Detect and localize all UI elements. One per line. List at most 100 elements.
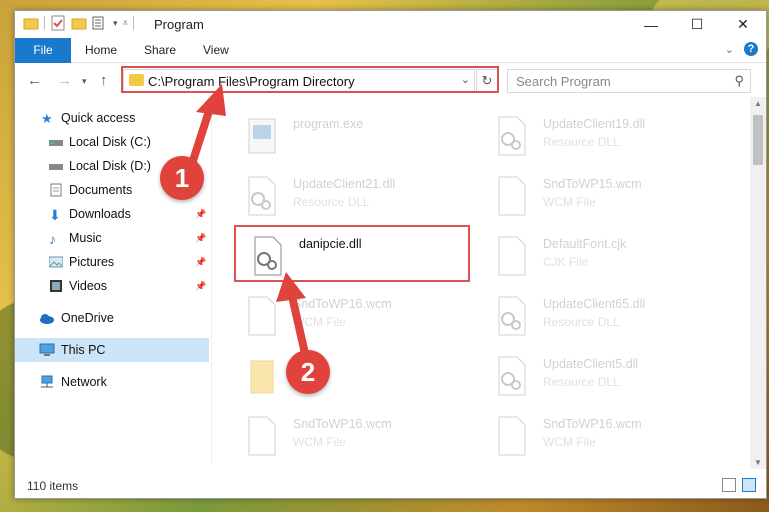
recent-locations-icon[interactable]: ▾ xyxy=(82,76,87,87)
close-button[interactable]: ✕ xyxy=(720,11,766,38)
computer-icon xyxy=(39,343,55,357)
sidebar-item-label: Downloads xyxy=(69,207,131,221)
forward-arrow-icon[interactable]: → xyxy=(57,72,72,89)
properties-icon[interactable] xyxy=(50,15,66,31)
file-item[interactable] xyxy=(245,351,485,407)
sidebar-item-label: Network xyxy=(61,375,107,389)
pin-icon[interactable]: 📌 xyxy=(195,233,206,244)
file-item[interactable]: SndToWP15.wcm WCM File xyxy=(495,171,735,227)
up-arrow-icon[interactable]: ↑ xyxy=(100,72,108,89)
tab-view[interactable]: View xyxy=(203,38,229,62)
sidebar-item-videos[interactable]: Videos 📌 xyxy=(15,274,209,298)
details-view-icon[interactable] xyxy=(722,478,736,492)
file-name: SndToWP15.wcm xyxy=(543,177,642,191)
dll-icon xyxy=(498,356,526,396)
callout-1: 1 xyxy=(160,156,204,200)
file-type: Resource DLL xyxy=(293,195,370,209)
file-item[interactable]: UpdateClient65.dll Resource DLL xyxy=(495,291,735,347)
scrollbar-thumb[interactable] xyxy=(753,115,763,165)
documents-icon xyxy=(49,183,63,197)
maximize-icon: ☐ xyxy=(690,16,704,32)
new-folder-icon[interactable] xyxy=(71,15,87,31)
ribbon: File Home Share View ⌄ ? xyxy=(15,38,766,94)
pane-divider xyxy=(211,106,212,464)
blank-file-icon xyxy=(498,176,526,216)
videos-icon xyxy=(49,279,63,293)
file-item[interactable]: UpdateClient21.dll Resource DLL xyxy=(245,171,485,227)
drive-icon xyxy=(49,159,63,173)
file-name: UpdateClient21.dll xyxy=(293,177,396,191)
callout-2: 2 xyxy=(286,350,330,394)
help-icon[interactable]: ? xyxy=(744,42,758,56)
item-count: 110 items xyxy=(27,479,79,493)
blank-file-icon xyxy=(248,416,276,456)
file-type: Resource DLL xyxy=(543,135,620,149)
file-item[interactable]: SndToWP16.wcm WCM File xyxy=(495,411,735,467)
sidebar-item-label: Local Disk (C:) xyxy=(69,135,151,149)
navigation-bar: ← → ▾ ↑ C:\Program Files\Program Directo… xyxy=(15,63,766,97)
file-item[interactable]: SndToWP16.wcm WCM File xyxy=(245,291,485,347)
address-highlight-box xyxy=(121,66,499,93)
sidebar-item-label: Pictures xyxy=(69,255,115,269)
separator xyxy=(133,16,135,30)
download-icon: ⬇ xyxy=(49,207,61,223)
sidebar-item-pictures[interactable]: Pictures 📌 xyxy=(15,250,209,274)
large-icons-view-icon[interactable] xyxy=(742,478,756,492)
search-box[interactable]: Search Program ⚲ xyxy=(507,69,751,93)
pin-icon[interactable]: 📌 xyxy=(195,209,206,220)
file-type: WCM File xyxy=(543,195,596,209)
blank-file-icon xyxy=(498,236,526,276)
blank-file-icon xyxy=(498,416,526,456)
file-item[interactable]: UpdateClient19.dll Resource DLL xyxy=(495,111,735,167)
file-type: CJK File xyxy=(543,255,589,269)
folder-icon xyxy=(250,360,274,394)
scroll-down-icon[interactable]: ▼ xyxy=(754,458,762,467)
window-controls: — ☐ ✕ xyxy=(628,11,766,38)
vertical-scrollbar[interactable]: ▲ ▼ xyxy=(750,97,766,469)
dll-icon xyxy=(248,176,276,216)
file-name: SndToWP16.wcm xyxy=(293,417,392,431)
status-bar: 110 items xyxy=(15,474,766,498)
sidebar-item-label: OneDrive xyxy=(61,311,114,325)
music-icon: ♪ xyxy=(49,231,56,247)
search-icon[interactable]: ⚲ xyxy=(734,73,744,89)
qat-customize-icon[interactable]: ⩡ xyxy=(123,18,129,29)
file-highlight-box xyxy=(234,225,470,282)
customize-view-icon[interactable] xyxy=(92,15,108,31)
sidebar-item-network[interactable]: Network xyxy=(15,370,209,394)
file-item[interactable]: UpdateClient5.dll Resource DLL xyxy=(495,351,735,407)
file-name: SndToWP16.wcm xyxy=(293,297,392,311)
separator xyxy=(44,16,45,30)
sidebar-item-onedrive[interactable]: OneDrive xyxy=(15,306,209,330)
maximize-button[interactable]: ☐ xyxy=(674,11,720,38)
dll-icon xyxy=(498,116,526,156)
sidebar-item-downloads[interactable]: ⬇ Downloads 📌 xyxy=(15,202,209,226)
back-arrow-icon[interactable]: ← xyxy=(27,72,42,89)
minimize-button[interactable]: — xyxy=(628,11,674,38)
blank-file-icon xyxy=(248,296,276,336)
sidebar-item-label: Local Disk (D:) xyxy=(69,159,151,173)
qat-dropdown-icon[interactable]: ▾ xyxy=(113,18,118,29)
sidebar-item-label: Documents xyxy=(69,183,133,197)
file-name: UpdateClient65.dll xyxy=(543,297,646,311)
star-icon: ★ xyxy=(41,111,53,126)
file-name: SndToWP16.wcm xyxy=(543,417,642,431)
sidebar-item-local-disk-c[interactable]: Local Disk (C:) xyxy=(15,130,209,154)
sidebar-item-music[interactable]: ♪ Music 📌 xyxy=(15,226,209,250)
file-item[interactable]: program.exe xyxy=(245,111,485,167)
file-name: program.exe xyxy=(293,117,364,131)
scroll-up-icon[interactable]: ▲ xyxy=(754,99,762,108)
sidebar-item-this-pc[interactable]: This PC xyxy=(15,338,209,362)
tab-share[interactable]: Share xyxy=(144,38,176,62)
pin-icon[interactable]: 📌 xyxy=(195,281,206,292)
sidebar-item-quick-access[interactable]: ★ Quick access xyxy=(15,106,209,130)
window-title: Program xyxy=(154,17,204,32)
file-item[interactable]: SndToWP16.wcm WCM File xyxy=(245,411,485,467)
pin-icon[interactable]: 📌 xyxy=(195,257,206,268)
tab-home[interactable]: Home xyxy=(85,38,117,62)
sidebar-item-label: Music xyxy=(69,231,102,245)
dll-icon xyxy=(498,296,526,336)
expand-ribbon-icon[interactable]: ⌄ xyxy=(725,43,734,56)
file-item[interactable]: DefaultFont.cjk CJK File xyxy=(495,231,735,287)
search-placeholder: Search Program xyxy=(516,74,611,89)
